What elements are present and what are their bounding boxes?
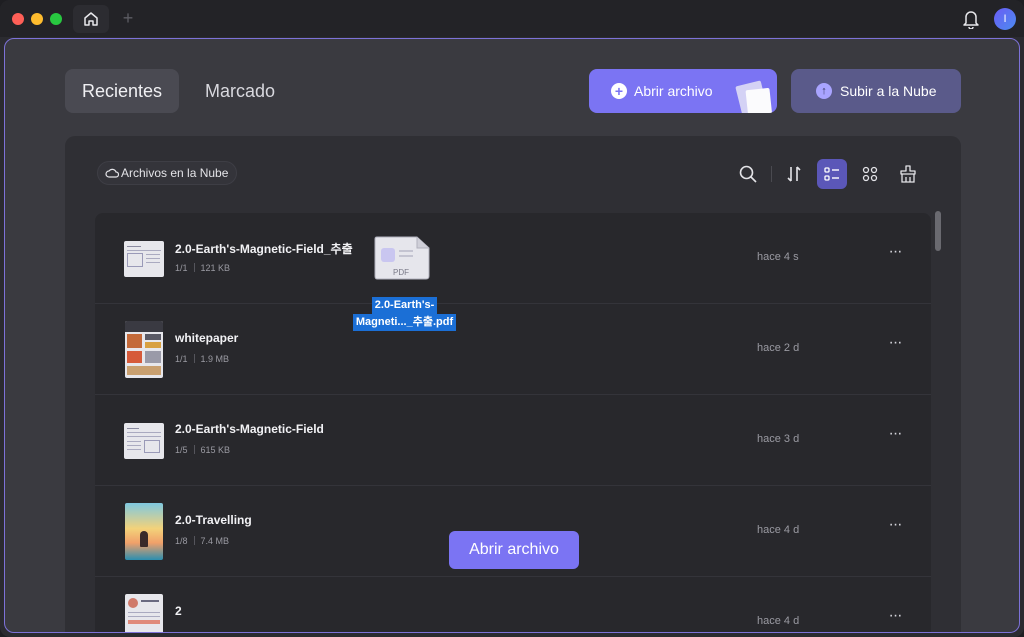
title-bar: + I: [0, 0, 1024, 37]
app-window: + I Recientes Marcado + Abrir archivo ↑ …: [0, 0, 1024, 637]
file-pages: 1/8: [175, 536, 188, 546]
file-pages: 1/5: [175, 445, 188, 455]
more-options-button[interactable]: ···: [885, 335, 905, 356]
open-file-button[interactable]: + Abrir archivo: [589, 69, 777, 113]
list-view-icon: [824, 167, 839, 181]
minimize-window-button[interactable]: [31, 13, 43, 25]
cloud-icon: [105, 168, 119, 178]
cloud-files-label: Archivos en la Nube: [121, 166, 229, 180]
home-tab[interactable]: [73, 5, 109, 33]
file-meta: 1/1 1.9 MB: [175, 354, 229, 364]
new-tab-button[interactable]: +: [120, 8, 136, 28]
file-meta: 1/5 615 KB: [175, 445, 230, 455]
file-time: hace 2 d: [757, 342, 800, 354]
file-time: hace 4 d: [757, 615, 800, 627]
drag-file-label: 2.0-Earth's- Magneti..._추출.pdf: [347, 297, 462, 331]
close-window-button[interactable]: [12, 13, 24, 25]
grid-view-icon: [862, 166, 878, 182]
list-item[interactable]: whitepaper 1/1 1.9 MB hace 2 d ···: [95, 304, 931, 395]
recent-files-list: 2.0-Earth's-Magnetic-Field_추출 1/1 121 KB …: [95, 213, 931, 632]
file-time: hace 4 s: [757, 251, 799, 263]
file-name: 2.0-Travelling: [175, 513, 252, 527]
file-time: hace 4 d: [757, 524, 800, 536]
more-options-button[interactable]: ···: [885, 608, 905, 629]
list-item[interactable]: 2.0-Earth's-Magnetic-Field 1/5 615 KB hac…: [95, 395, 931, 486]
upload-cloud-button[interactable]: ↑ Subir a la Nube: [791, 69, 961, 113]
file-name: 2.0-Earth's-Magnetic-Field_추출: [175, 242, 353, 256]
search-icon: [739, 165, 757, 183]
file-time: hace 3 d: [757, 433, 800, 445]
file-thumbnail: [124, 241, 164, 277]
more-options-button[interactable]: ···: [885, 244, 905, 265]
avatar[interactable]: I: [994, 8, 1016, 30]
list-item[interactable]: 2 hace 4 d ···: [95, 577, 931, 632]
open-file-label: Abrir archivo: [634, 83, 713, 99]
file-meta: 1/1 121 KB: [175, 263, 230, 273]
file-name: 2.0-Earth's-Magnetic-Field: [175, 422, 324, 436]
list-item[interactable]: 2.0-Earth's-Magnetic-Field_추출 1/1 121 KB …: [95, 213, 931, 304]
bell-icon[interactable]: [962, 9, 980, 29]
open-file-drop-tooltip: Abrir archivo: [449, 531, 579, 569]
grid-view-button[interactable]: [855, 159, 885, 189]
plus-circle-icon: +: [611, 83, 627, 99]
file-name: 2: [175, 604, 182, 618]
file-thumbnail: [124, 423, 164, 459]
sort-icon: [787, 166, 801, 182]
clear-button[interactable]: [893, 159, 923, 189]
file-thumbnail: [125, 594, 163, 632]
sort-button[interactable]: [779, 159, 809, 189]
file-thumbnail: [125, 503, 163, 560]
file-pages: 1/1: [175, 354, 188, 364]
file-name: whitepaper: [175, 331, 239, 345]
drag-file-name-line1: 2.0-Earth's-: [371, 297, 438, 314]
file-pages: 1/1: [175, 263, 188, 273]
file-size: 615 KB: [200, 445, 231, 455]
file-meta: 1/8 7.4 MB: [175, 536, 229, 546]
home-icon: [84, 12, 98, 26]
toolbar-divider: [771, 166, 772, 182]
file-size: 7.4 MB: [200, 536, 230, 546]
tab-recent[interactable]: Recientes: [65, 69, 179, 113]
travel-cover-image: [128, 507, 160, 516]
main-area: Recientes Marcado + Abrir archivo ↑ Subi…: [4, 38, 1020, 633]
list-view-button[interactable]: [817, 159, 847, 189]
drag-file-name-line2: Magneti..._추출.pdf: [352, 314, 457, 331]
search-button[interactable]: [733, 159, 763, 189]
upload-icon: ↑: [816, 83, 832, 99]
more-options-button[interactable]: ···: [885, 426, 905, 447]
file-thumbnail: [125, 321, 163, 378]
file-size: 121 KB: [200, 263, 231, 273]
tab-marked[interactable]: Marcado: [195, 69, 285, 113]
scrollbar-thumb[interactable]: [935, 211, 941, 251]
upload-cloud-label: Subir a la Nube: [840, 83, 937, 99]
more-options-button[interactable]: ···: [885, 517, 905, 538]
document-sheet-icon: [745, 87, 773, 113]
file-size: 1.9 MB: [200, 354, 230, 364]
zoom-window-button[interactable]: [50, 13, 62, 25]
pdf-badge: PDF: [393, 268, 409, 277]
cloud-files-chip[interactable]: Archivos en la Nube: [97, 161, 237, 185]
clear-icon: [900, 165, 916, 183]
